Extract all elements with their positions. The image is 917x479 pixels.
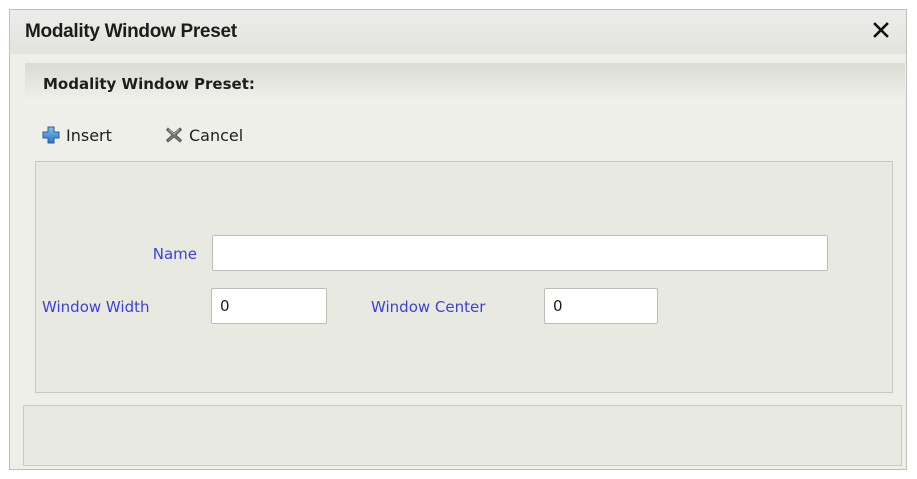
section-header: Modality Window Preset: bbox=[25, 63, 905, 103]
name-label: Name bbox=[152, 245, 197, 263]
dialog-titlebar[interactable]: Modality Window Preset bbox=[10, 10, 906, 54]
form-panel: Name Window Width Window Center bbox=[35, 161, 893, 393]
window-center-field[interactable] bbox=[544, 288, 658, 324]
close-x-icon bbox=[873, 22, 889, 38]
insert-button[interactable]: Insert bbox=[42, 123, 112, 147]
window-width-field[interactable] bbox=[211, 288, 327, 324]
close-button[interactable] bbox=[870, 19, 892, 41]
footer-panel bbox=[23, 405, 902, 466]
cancel-button[interactable]: Cancel bbox=[165, 123, 243, 147]
modality-window-preset-dialog: Modality Window Preset Modality Window P… bbox=[9, 9, 907, 470]
insert-label: Insert bbox=[66, 125, 112, 145]
plus-icon bbox=[42, 126, 60, 144]
dialog-title: Modality Window Preset bbox=[25, 21, 237, 42]
name-field[interactable] bbox=[212, 235, 828, 271]
section-header-title: Modality Window Preset: bbox=[43, 75, 255, 93]
window-center-label: Window Center bbox=[371, 298, 486, 316]
cancel-label: Cancel bbox=[189, 125, 244, 145]
cancel-x-icon bbox=[165, 126, 183, 144]
window-width-label: Window Width bbox=[42, 298, 150, 316]
